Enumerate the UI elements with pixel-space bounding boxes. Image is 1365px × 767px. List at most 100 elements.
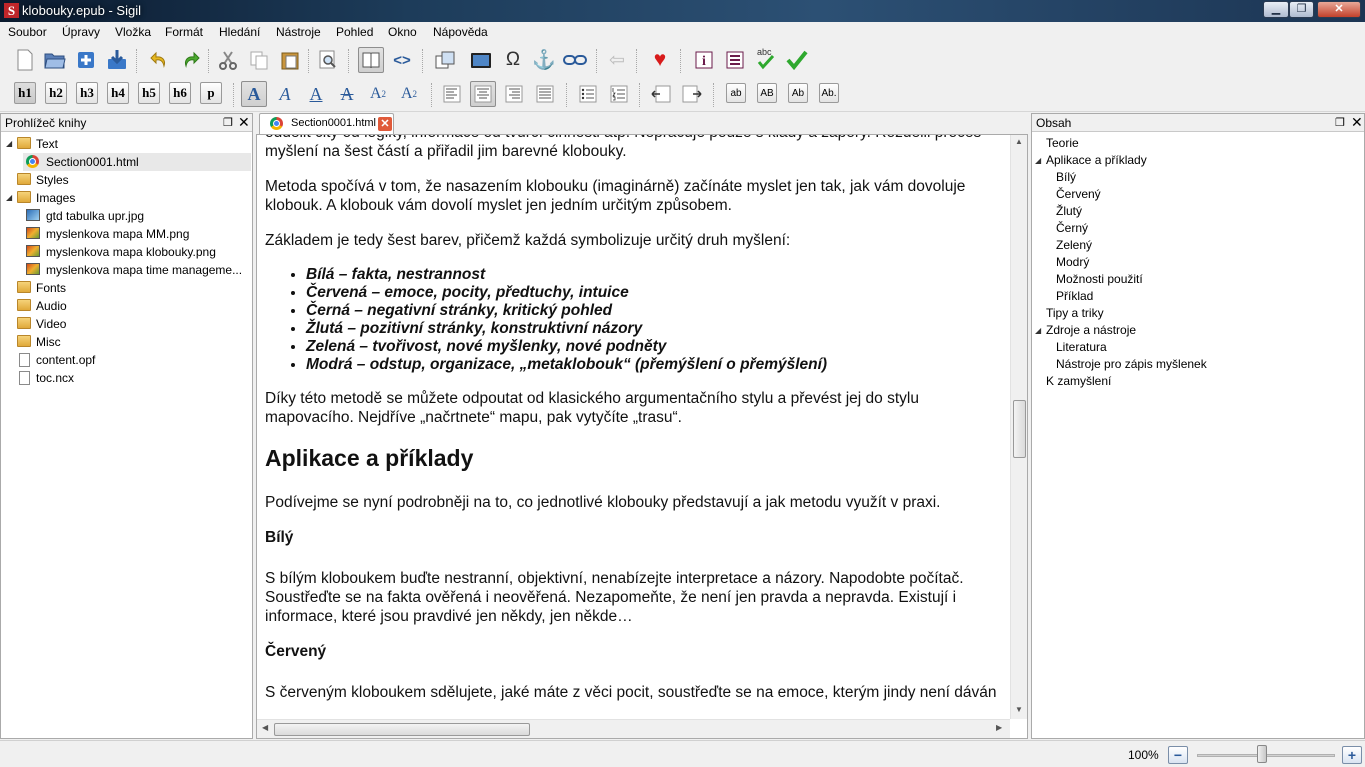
toc-item[interactable]: Červený	[1056, 186, 1101, 203]
heading-h4-button[interactable]: h4	[107, 82, 129, 104]
heading-h1-button[interactable]: h1	[14, 82, 36, 104]
spellcheck-icon[interactable]: abc	[753, 46, 779, 72]
superscript-icon[interactable]: A2	[396, 81, 422, 107]
paragraph[interactable]: S červeným kloboukem sdělujete, jaké mát…	[265, 683, 1007, 702]
insert-anchor-icon[interactable]: ⚓	[531, 47, 557, 73]
list-item[interactable]: Žlutá – pozitivní stránky, konstruktivní…	[306, 320, 1007, 338]
paragraph[interactable]: Díky této metodě se můžete odpoutat od k…	[265, 389, 1007, 427]
paragraph[interactable]: Podívejme se nyní podrobněji na to, co j…	[265, 493, 1007, 512]
minimize-button[interactable]: ▁	[1263, 1, 1289, 18]
list-item[interactable]: Černá – negativní stránky, kritický pohl…	[306, 302, 1007, 320]
toc-editor-icon[interactable]	[722, 47, 748, 73]
menu-upravy[interactable]: Úpravy	[62, 25, 100, 39]
heading-h5-button[interactable]: h5	[138, 82, 160, 104]
paragraph[interactable]: oddělit city od logiky, informace od tvů…	[265, 135, 1007, 161]
heading-h6-button[interactable]: h6	[169, 82, 191, 104]
paste-icon[interactable]	[277, 47, 303, 73]
toc-item[interactable]: Bílý	[1056, 169, 1076, 186]
tree-item-folder[interactable]: Audio	[1, 297, 252, 315]
zoom-out-button[interactable]: −	[1168, 746, 1188, 764]
menu-hledani[interactable]: Hledání	[219, 25, 260, 39]
align-right-icon[interactable]	[501, 81, 527, 107]
expanded-arrow-icon[interactable]: ◢	[6, 135, 12, 153]
insert-image-icon[interactable]	[468, 47, 494, 73]
zoom-slider-handle[interactable]	[1256, 745, 1267, 763]
tree-item-folder[interactable]: ◢ Text	[1, 135, 252, 153]
bullet-list-icon[interactable]	[575, 81, 601, 107]
toc-item[interactable]: Teorie	[1046, 135, 1079, 152]
float-panel-icon[interactable]: ❐	[1335, 116, 1345, 129]
decrease-indent-icon[interactable]	[648, 81, 674, 107]
lowercase-button[interactable]: ab	[726, 83, 746, 103]
split-section-icon[interactable]	[432, 47, 458, 73]
list-item[interactable]: Červená – emoce, pocity, předtuchy, intu…	[306, 284, 1007, 302]
menu-nastroje[interactable]: Nástroje	[276, 25, 321, 39]
toc-item[interactable]: Příklad	[1056, 288, 1093, 305]
find-replace-icon[interactable]	[315, 47, 341, 73]
book-view-editor[interactable]: oddělit city od logiky, informace od tvů…	[256, 134, 1028, 739]
scrollbar-thumb[interactable]	[1013, 400, 1026, 458]
justify-icon[interactable]	[532, 81, 558, 107]
scrollbar-thumb[interactable]	[274, 723, 530, 736]
menu-pohled[interactable]: Pohled	[336, 25, 373, 39]
tree-item-file[interactable]: myslenkova mapa MM.png	[23, 225, 251, 243]
heading-h3-button[interactable]: h3	[76, 82, 98, 104]
new-file-icon[interactable]	[12, 47, 38, 73]
tree-item-file[interactable]: gtd tabulka upr.jpg	[23, 207, 251, 225]
add-file-icon[interactable]	[73, 47, 99, 73]
paragraph[interactable]: Metoda spočívá v tom, že nasazením klobo…	[265, 177, 1007, 215]
strikethrough-icon[interactable]: A	[334, 81, 360, 107]
editor-content[interactable]: oddělit city od logiky, informace od tvů…	[265, 135, 1007, 718]
titlecase-button[interactable]: Ab	[788, 83, 808, 103]
tree-item-folder[interactable]: Misc	[1, 333, 252, 351]
save-icon[interactable]	[104, 47, 130, 73]
close-window-button[interactable]: ✕	[1317, 1, 1361, 18]
list-item[interactable]: Modrá – odstup, organizace, „metaklobouk…	[306, 356, 1007, 374]
tree-item-file[interactable]: content.opf	[1, 351, 252, 369]
uppercase-button[interactable]: AB	[757, 83, 777, 103]
zoom-in-button[interactable]: +	[1342, 746, 1362, 764]
section-heading[interactable]: Aplikace a příklady	[265, 443, 1007, 473]
paragraph[interactable]: Základem je tedy šest barev, přičemž kaž…	[265, 231, 1007, 250]
subsection-heading[interactable]: Bílý	[265, 528, 1007, 547]
insert-special-character-icon[interactable]: Ω	[500, 47, 526, 73]
cut-icon[interactable]	[215, 47, 241, 73]
toc-item[interactable]: Nástroje pro zápis myšlenek	[1056, 356, 1207, 373]
vertical-scrollbar[interactable]: ▲ ▼	[1010, 135, 1027, 719]
tree-item-file[interactable]: myslenkova mapa time manageme...	[23, 261, 251, 279]
tree-item-folder[interactable]: Styles	[1, 171, 252, 189]
toc-item[interactable]: ◢ Zdroje a nástroje	[1035, 322, 1136, 339]
toc-item[interactable]: Možnosti použití	[1056, 271, 1143, 288]
code-view-icon[interactable]: <>	[389, 47, 415, 73]
underline-icon[interactable]: A	[303, 81, 329, 107]
menu-vlozka[interactable]: Vložka	[115, 25, 151, 39]
align-left-icon[interactable]	[439, 81, 465, 107]
toc-item[interactable]: K zamyšlení	[1046, 373, 1111, 390]
metadata-editor-icon[interactable]: i	[691, 47, 717, 73]
tree-item-file[interactable]: myslenkova mapa klobouky.png	[23, 243, 251, 261]
paragraph[interactable]: S bílým kloboukem buďte nestranní, objek…	[265, 569, 1007, 626]
list-item[interactable]: Bílá – fakta, nestrannost	[306, 266, 1007, 284]
copy-icon[interactable]	[246, 47, 272, 73]
heading-h2-button[interactable]: h2	[45, 82, 67, 104]
tree-item-folder[interactable]: Fonts	[1, 279, 252, 297]
close-panel-icon[interactable]: ✕	[238, 114, 250, 131]
insert-link-icon[interactable]	[562, 47, 588, 73]
maximize-button[interactable]: ❐	[1289, 1, 1314, 18]
toc-item[interactable]: Modrý	[1056, 254, 1089, 271]
back-arrow-icon[interactable]: ⇦	[604, 47, 630, 73]
tree-item-file[interactable]: toc.ncx	[1, 369, 252, 387]
redo-icon[interactable]	[178, 47, 204, 73]
toc-item[interactable]: Tipy a triky	[1046, 305, 1104, 322]
increase-indent-icon[interactable]	[679, 81, 705, 107]
tab-section0001[interactable]: Section0001.html ✕	[259, 113, 394, 134]
align-center-icon[interactable]	[470, 81, 496, 107]
validate-icon[interactable]	[784, 47, 810, 73]
sentencecase-button[interactable]: Ab.	[819, 83, 839, 103]
scroll-right-arrow-icon[interactable]: ▶	[996, 723, 1002, 732]
subscript-icon[interactable]: A2	[365, 81, 391, 107]
expanded-arrow-icon[interactable]: ◢	[1035, 322, 1041, 339]
expanded-arrow-icon[interactable]: ◢	[6, 189, 12, 207]
paragraph-p-button[interactable]: p	[200, 82, 222, 104]
italic-icon[interactable]: A	[272, 81, 298, 107]
